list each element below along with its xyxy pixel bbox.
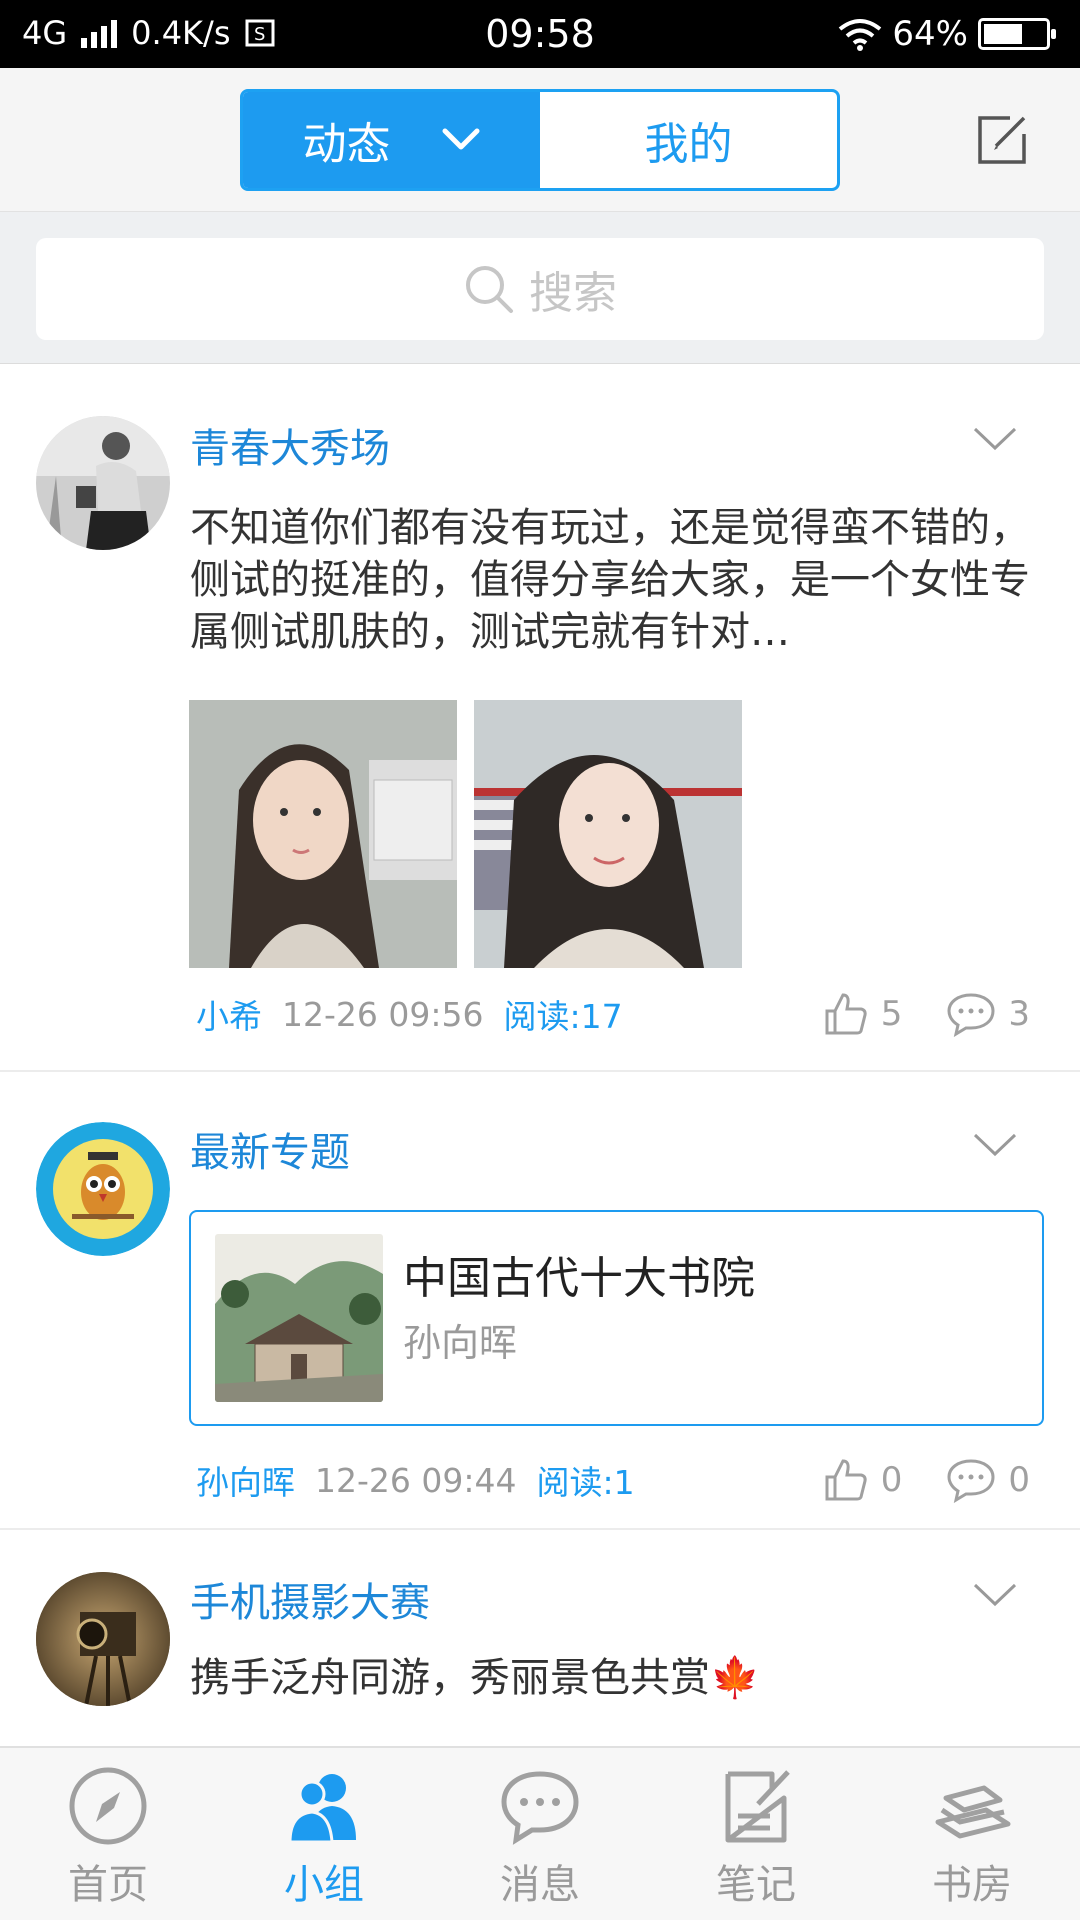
battery-icon	[978, 18, 1056, 50]
thumbs-up-icon	[825, 993, 867, 1035]
tab-notes[interactable]: 笔记	[648, 1748, 864, 1920]
chevron-down-icon[interactable]	[972, 1130, 1018, 1160]
status-right: 64%	[838, 14, 1056, 54]
chat-bubble-icon	[501, 1771, 579, 1845]
post-time: 12-26 09:56	[282, 994, 484, 1034]
feed-item[interactable]: 手机摄影大赛 携手泛舟同游，秀丽景色共赏🍁	[0, 1530, 1080, 1746]
post-reads: 阅读:1	[536, 1463, 635, 1502]
post-text[interactable]: 携手泛舟同游，秀丽景色共赏🍁	[190, 1652, 1046, 1704]
topic-author: 孙向晖	[403, 1321, 518, 1365]
tab-notes-label: 笔记	[716, 1862, 796, 1908]
post-photo[interactable]	[189, 700, 457, 968]
like-button[interactable]: 5	[823, 991, 903, 1037]
group-name[interactable]: 手机摄影大赛	[190, 1570, 430, 1628]
wifi-icon	[839, 19, 882, 51]
feed-segment-control: 动态 我的	[240, 89, 840, 191]
group-avatar[interactable]	[36, 1572, 170, 1706]
like-count: 0	[880, 1460, 903, 1500]
comment-count: 3	[1008, 994, 1030, 1034]
tab-bookshelf[interactable]: 书房	[864, 1748, 1080, 1920]
segment-mine-label: 我的	[644, 119, 733, 170]
bookshelf-icon	[935, 1785, 1011, 1839]
segment-mine[interactable]: 我的	[540, 92, 837, 188]
search-input[interactable]: 搜索	[36, 238, 1044, 340]
topic-title: 中国古代十大书院	[403, 1253, 755, 1304]
comment-button[interactable]: 0	[946, 1457, 1030, 1503]
thumbs-up-icon	[825, 1459, 867, 1501]
post-text[interactable]: 不知道你们都有没有玩过，还是觉得蛮不错的，侧试的挺准的，值得分享给大家，是一个女…	[190, 502, 1046, 658]
post-reads: 阅读:17	[503, 997, 623, 1036]
bottom-tab-bar: 首页 小组 消息 笔记 书房	[0, 1746, 1080, 1920]
group-avatar[interactable]	[36, 1122, 170, 1256]
tab-messages[interactable]: 消息	[432, 1748, 648, 1920]
post-meta: 小希 12-26 09:56 阅读:17 5 3	[196, 990, 1030, 1038]
segment-dynamics-label: 动态	[302, 119, 391, 170]
comment-icon	[947, 993, 995, 1037]
post-time: 12-26 09:44	[315, 1460, 517, 1500]
topic-thumbnail	[215, 1234, 383, 1402]
comment-icon	[947, 1459, 995, 1503]
group-name[interactable]: 青春大秀场	[190, 416, 390, 474]
top-header: 动态 我的	[0, 68, 1080, 212]
comment-button[interactable]: 3	[946, 991, 1030, 1037]
search-area: 搜索	[0, 212, 1080, 364]
group-icon	[288, 1774, 356, 1844]
tab-messages-label: 消息	[500, 1862, 580, 1908]
group-name[interactable]: 最新专题	[190, 1120, 350, 1178]
search-icon	[466, 266, 513, 313]
status-bar: 4G 0.4K/s S 09:58 64%	[0, 0, 1080, 68]
post-author[interactable]: 小希	[196, 990, 262, 1038]
segment-dynamics[interactable]: 动态	[243, 92, 540, 188]
feed-item[interactable]: 青春大秀场 不知道你们都有没有玩过，还是觉得蛮不错的，侧试的挺准的，值得分享给大…	[0, 364, 1080, 1072]
tab-home-label: 首页	[68, 1862, 148, 1908]
feed-list: 青春大秀场 不知道你们都有没有玩过，还是觉得蛮不错的，侧试的挺准的，值得分享给大…	[0, 364, 1080, 1746]
comment-count: 0	[1008, 1460, 1030, 1500]
tab-groups[interactable]: 小组	[216, 1748, 432, 1920]
chevron-down-icon[interactable]	[972, 424, 1018, 454]
note-icon	[725, 1770, 790, 1843]
search-placeholder: 搜索	[529, 268, 617, 319]
chevron-down-icon	[442, 128, 479, 150]
chevron-down-icon[interactable]	[972, 1580, 1018, 1610]
post-photo[interactable]	[474, 700, 742, 968]
post-meta: 孙向晖 12-26 09:44 阅读:1 0 0	[196, 1456, 1030, 1504]
post-author[interactable]: 孙向晖	[196, 1456, 295, 1504]
compose-icon[interactable]	[976, 114, 1028, 166]
tab-bookshelf-label: 书房	[932, 1862, 1012, 1908]
tab-home[interactable]: 首页	[0, 1748, 216, 1920]
compass-icon	[69, 1767, 147, 1845]
tab-groups-label: 小组	[284, 1862, 364, 1908]
like-count: 5	[880, 994, 903, 1034]
topic-card[interactable]: 中国古代十大书院 孙向晖	[189, 1210, 1044, 1426]
group-avatar[interactable]	[36, 416, 170, 550]
battery-percent: 64%	[892, 14, 968, 54]
like-button[interactable]: 0	[823, 1457, 903, 1503]
